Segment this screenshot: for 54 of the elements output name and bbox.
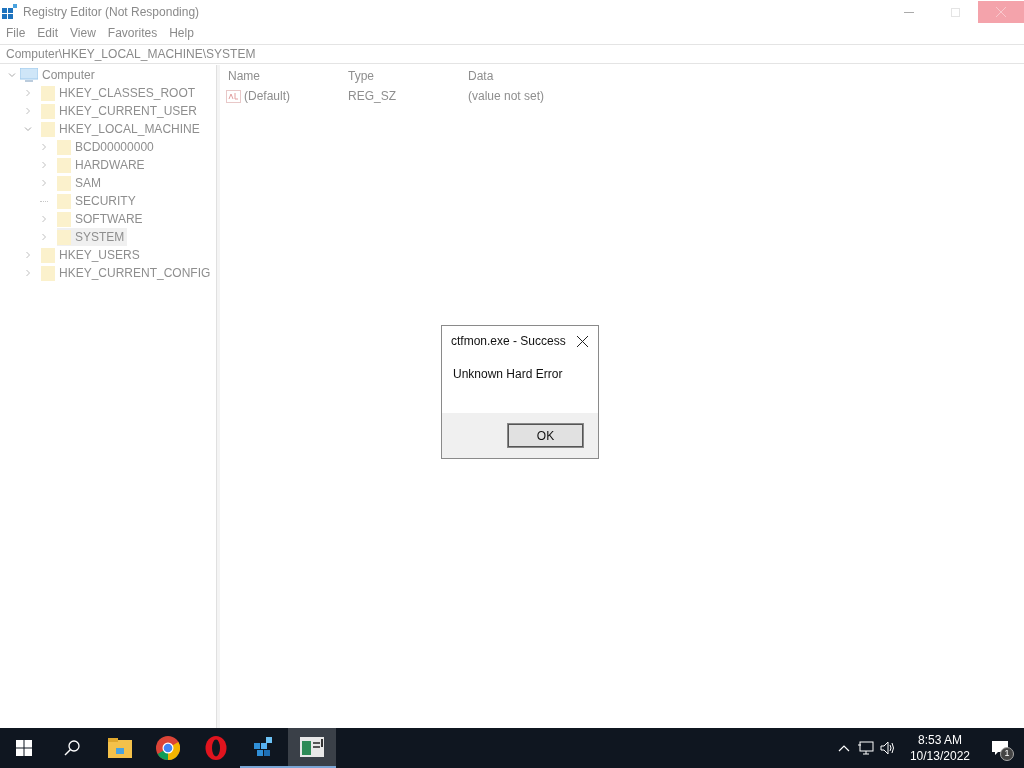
monitor-icon — [20, 68, 38, 82]
folder-icon — [41, 247, 55, 263]
menu-item[interactable]: Favorites — [101, 24, 164, 42]
ok-button[interactable]: OK — [508, 424, 583, 447]
window-icon[interactable] — [300, 737, 324, 757]
close-icon[interactable] — [577, 335, 588, 347]
opera-icon[interactable] — [205, 736, 227, 760]
folder-icon — [41, 265, 55, 281]
folder-icon — [41, 103, 55, 119]
table-cell-text: (Default) — [244, 88, 290, 105]
column-header[interactable]: Name — [220, 67, 340, 85]
tree-item[interactable]: Computer — [20, 66, 95, 84]
table-cell-text: REG_SZ — [347, 88, 397, 105]
network-icon[interactable] — [857, 741, 874, 755]
menu-item[interactable]: Help — [163, 24, 200, 42]
folder-icon[interactable] — [108, 738, 132, 758]
tree-item[interactable]: HKEY_LOCAL_MACHINE — [41, 120, 203, 138]
tree-item[interactable]: SOFTWARE — [57, 210, 146, 228]
chrome-icon[interactable] — [156, 736, 180, 760]
tree-item[interactable]: SAM — [57, 174, 104, 192]
column-header[interactable]: Data — [460, 67, 580, 85]
table-cell-text: (value not set) — [467, 88, 546, 105]
folder-icon — [57, 229, 71, 245]
folder-icon — [57, 175, 71, 191]
taskbar-app[interactable] — [288, 728, 336, 768]
dialog-message: Unknown Hard Error — [452, 366, 564, 383]
speaker-icon[interactable] — [879, 741, 896, 755]
menu-item[interactable]: View — [64, 24, 102, 42]
address-bar[interactable]: Computer\HKEY_LOCAL_MACHINE\SYSTEM — [0, 44, 1024, 64]
search-icon[interactable] — [64, 740, 80, 756]
folder-icon — [57, 139, 71, 155]
folder-icon — [57, 157, 71, 173]
tree-item[interactable]: HARDWARE — [57, 156, 148, 174]
tree-item[interactable]: HKEY_USERS — [41, 246, 143, 264]
folder-icon — [57, 193, 71, 209]
menu-item[interactable]: Edit — [31, 24, 65, 42]
tree-item[interactable]: SYSTEM — [57, 228, 128, 246]
string-value-icon — [226, 89, 241, 103]
folder-icon — [41, 85, 55, 101]
menu-item[interactable]: File — [0, 24, 32, 42]
tree-item[interactable]: BCD00000000 — [57, 138, 157, 156]
tree-item[interactable]: HKEY_CURRENT_CONFIG — [41, 264, 214, 282]
tree-item[interactable]: HKEY_CLASSES_ROOT — [41, 84, 199, 102]
tree-item[interactable]: HKEY_CURRENT_USER — [41, 102, 201, 120]
folder-icon — [57, 211, 71, 227]
dialog-title: ctfmon.exe - Success — [451, 333, 566, 350]
chevron-up-icon[interactable] — [837, 744, 850, 752]
tree-item[interactable]: SECURITY — [57, 192, 139, 210]
column-header[interactable]: Type — [340, 67, 460, 85]
registry-icon — [2, 4, 18, 20]
notification-badge: 1 — [1000, 747, 1014, 761]
window-title: Registry Editor (Not Responding) — [23, 4, 200, 21]
clock[interactable]: 8:53 AM 10/13/2022 — [903, 732, 976, 764]
folder-icon — [41, 121, 55, 137]
